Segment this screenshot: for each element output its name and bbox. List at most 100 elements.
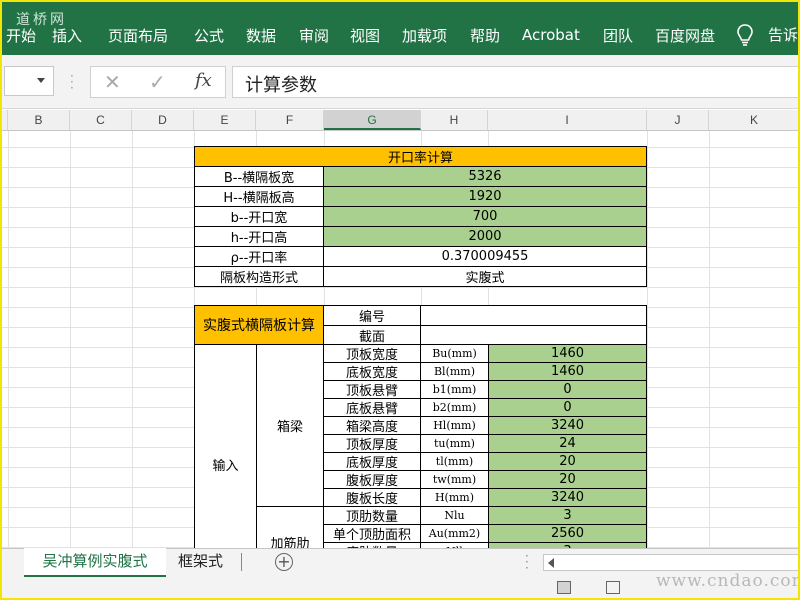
param-symbol[interactable]: Hl(mm) xyxy=(420,416,489,435)
tab-addins[interactable]: 加载项 xyxy=(402,25,470,46)
param-value[interactable]: 0 xyxy=(488,398,647,417)
id-value[interactable] xyxy=(420,305,647,326)
param-name[interactable]: 单个顶肋面积 xyxy=(323,524,421,543)
param-name[interactable]: 底板厚度 xyxy=(323,452,421,471)
param-value[interactable]: 20 xyxy=(488,452,647,471)
param-value[interactable]: 1460 xyxy=(488,362,647,381)
param-name[interactable]: 腹板厚度 xyxy=(323,470,421,489)
opening-param-value[interactable]: 700 xyxy=(323,206,647,227)
param-value[interactable]: 20 xyxy=(488,470,647,489)
column-header-c[interactable]: C xyxy=(70,110,132,130)
box-beam-label[interactable]: 箱梁 xyxy=(256,344,324,507)
opening-param-value[interactable]: 2000 xyxy=(323,226,647,247)
param-value[interactable]: 24 xyxy=(488,434,647,453)
ribbon: 道桥网 开始 插入 页面布局 公式 数据 审阅 视图 加载项 帮助 Acroba… xyxy=(0,0,800,55)
column-gridline xyxy=(647,131,648,548)
param-symbol[interactable]: H(mm) xyxy=(420,488,489,507)
normal-view-icon[interactable] xyxy=(557,581,571,594)
add-sheet-icon[interactable]: + xyxy=(275,553,293,571)
opening-param-value[interactable]: 实腹式 xyxy=(323,266,647,287)
param-name[interactable]: 腹板长度 xyxy=(323,488,421,507)
worksheet-grid[interactable]: 开口率计算 B--横隔板宽 5326 H--横隔板高 1920 b--开口宽 700 h--… xyxy=(0,131,800,548)
column-header-h[interactable]: H xyxy=(421,110,488,130)
opening-table-title[interactable]: 开口率计算 xyxy=(194,146,647,167)
tab-baidu-netdisk[interactable]: 百度网盘 xyxy=(655,25,735,46)
tab-review[interactable]: 审阅 xyxy=(299,25,350,46)
param-symbol[interactable]: tl(mm) xyxy=(420,452,489,471)
tab-view[interactable]: 视图 xyxy=(350,25,402,46)
param-value[interactable]: 1460 xyxy=(488,344,647,363)
column-header-d[interactable]: D xyxy=(132,110,194,130)
section-value[interactable] xyxy=(420,325,647,345)
param-name[interactable]: 顶板悬臂 xyxy=(323,380,421,399)
tab-acrobat[interactable]: Acrobat xyxy=(522,26,603,44)
param-symbol[interactable]: tw(mm) xyxy=(420,470,489,489)
param-name[interactable]: 顶肋数量 xyxy=(323,506,421,525)
param-name[interactable]: 底板悬臂 xyxy=(323,398,421,417)
column-header-e[interactable]: E xyxy=(194,110,256,130)
param-name[interactable]: 顶板宽度 xyxy=(323,344,421,363)
section-label[interactable]: 截面 xyxy=(323,325,421,345)
cancel-icon[interactable]: ✕ xyxy=(104,70,121,94)
tab-tell-me[interactable]: 告诉 xyxy=(768,24,798,45)
tab-page-layout[interactable]: 页面布局 xyxy=(108,25,194,46)
opening-param-value[interactable]: 1920 xyxy=(323,186,647,207)
column-gridline xyxy=(132,131,133,548)
formula-bar-grip[interactable]: · · · xyxy=(70,70,74,94)
lightbulb-icon[interactable] xyxy=(735,23,755,47)
select-all-corner[interactable] xyxy=(0,110,8,130)
input-group-label[interactable]: 输入 xyxy=(194,344,257,548)
column-header-j[interactable]: J xyxy=(647,110,709,130)
param-symbol[interactable]: b2(mm) xyxy=(420,398,489,417)
opening-param-label[interactable]: B--横隔板宽 xyxy=(194,166,324,187)
column-header-f[interactable]: F xyxy=(256,110,324,130)
param-name[interactable]: 顶板厚度 xyxy=(323,434,421,453)
column-header-g[interactable]: G xyxy=(324,110,421,130)
solid-table-title[interactable]: 实腹式横隔板计算 xyxy=(194,305,324,345)
param-symbol[interactable]: Bu(mm) xyxy=(420,344,489,363)
sheet-tab-frame[interactable]: 框架式 xyxy=(178,548,223,575)
param-name[interactable]: 箱梁高度 xyxy=(323,416,421,435)
param-symbol[interactable]: Nlu xyxy=(420,506,489,525)
param-value[interactable]: 2560 xyxy=(488,524,647,543)
formula-input[interactable]: 计算参数 xyxy=(232,66,800,98)
page-layout-view-icon[interactable] xyxy=(606,581,620,594)
param-value[interactable]: 3240 xyxy=(488,416,647,435)
tab-home[interactable]: 开始 xyxy=(6,25,52,46)
tab-team[interactable]: 团队 xyxy=(603,25,655,46)
tab-insert[interactable]: 插入 xyxy=(52,25,108,46)
chevron-down-icon[interactable] xyxy=(37,78,45,83)
opening-param-value[interactable]: 0.370009455 xyxy=(323,246,647,267)
opening-param-value[interactable]: 5326 xyxy=(323,166,647,187)
param-value[interactable]: 0 xyxy=(488,380,647,399)
row-gridline xyxy=(0,287,800,288)
stiffener-label[interactable]: 加筋肋 xyxy=(256,506,324,548)
enter-check-icon[interactable]: ✓ xyxy=(149,70,166,94)
column-header-i[interactable]: I xyxy=(488,110,647,130)
opening-param-label[interactable]: 隔板构造形式 xyxy=(194,266,324,287)
param-symbol[interactable]: tu(mm) xyxy=(420,434,489,453)
opening-param-label[interactable]: H--横隔板高 xyxy=(194,186,324,207)
tab-splitter-grip[interactable]: · · · xyxy=(525,550,529,574)
opening-param-label[interactable]: b--开口宽 xyxy=(194,206,324,227)
param-value[interactable]: 3 xyxy=(488,506,647,525)
tab-formulas[interactable]: 公式 xyxy=(194,25,246,46)
param-symbol[interactable]: Au(mm2) xyxy=(420,524,489,543)
scroll-left-icon[interactable] xyxy=(548,558,554,568)
tab-help[interactable]: 帮助 xyxy=(470,25,522,46)
param-symbol[interactable]: b1(mm) xyxy=(420,380,489,399)
opening-param-label[interactable]: h--开口高 xyxy=(194,226,324,247)
tab-data[interactable]: 数据 xyxy=(246,25,299,46)
column-header-b[interactable]: B xyxy=(8,110,70,130)
column-header-k[interactable]: K xyxy=(709,110,800,130)
param-symbol[interactable]: Bl(mm) xyxy=(420,362,489,381)
name-box[interactable] xyxy=(4,66,54,96)
opening-param-label[interactable]: ρ--开口率 xyxy=(194,246,324,267)
column-gridline xyxy=(709,131,710,548)
param-name[interactable]: 底板宽度 xyxy=(323,362,421,381)
sheet-tab-active[interactable]: 吴冲算例实腹式 xyxy=(24,548,166,577)
id-label[interactable]: 编号 xyxy=(323,305,421,326)
insert-function-button[interactable]: fx xyxy=(195,70,212,91)
param-value[interactable]: 3240 xyxy=(488,488,647,507)
horizontal-scrollbar[interactable] xyxy=(543,554,800,571)
